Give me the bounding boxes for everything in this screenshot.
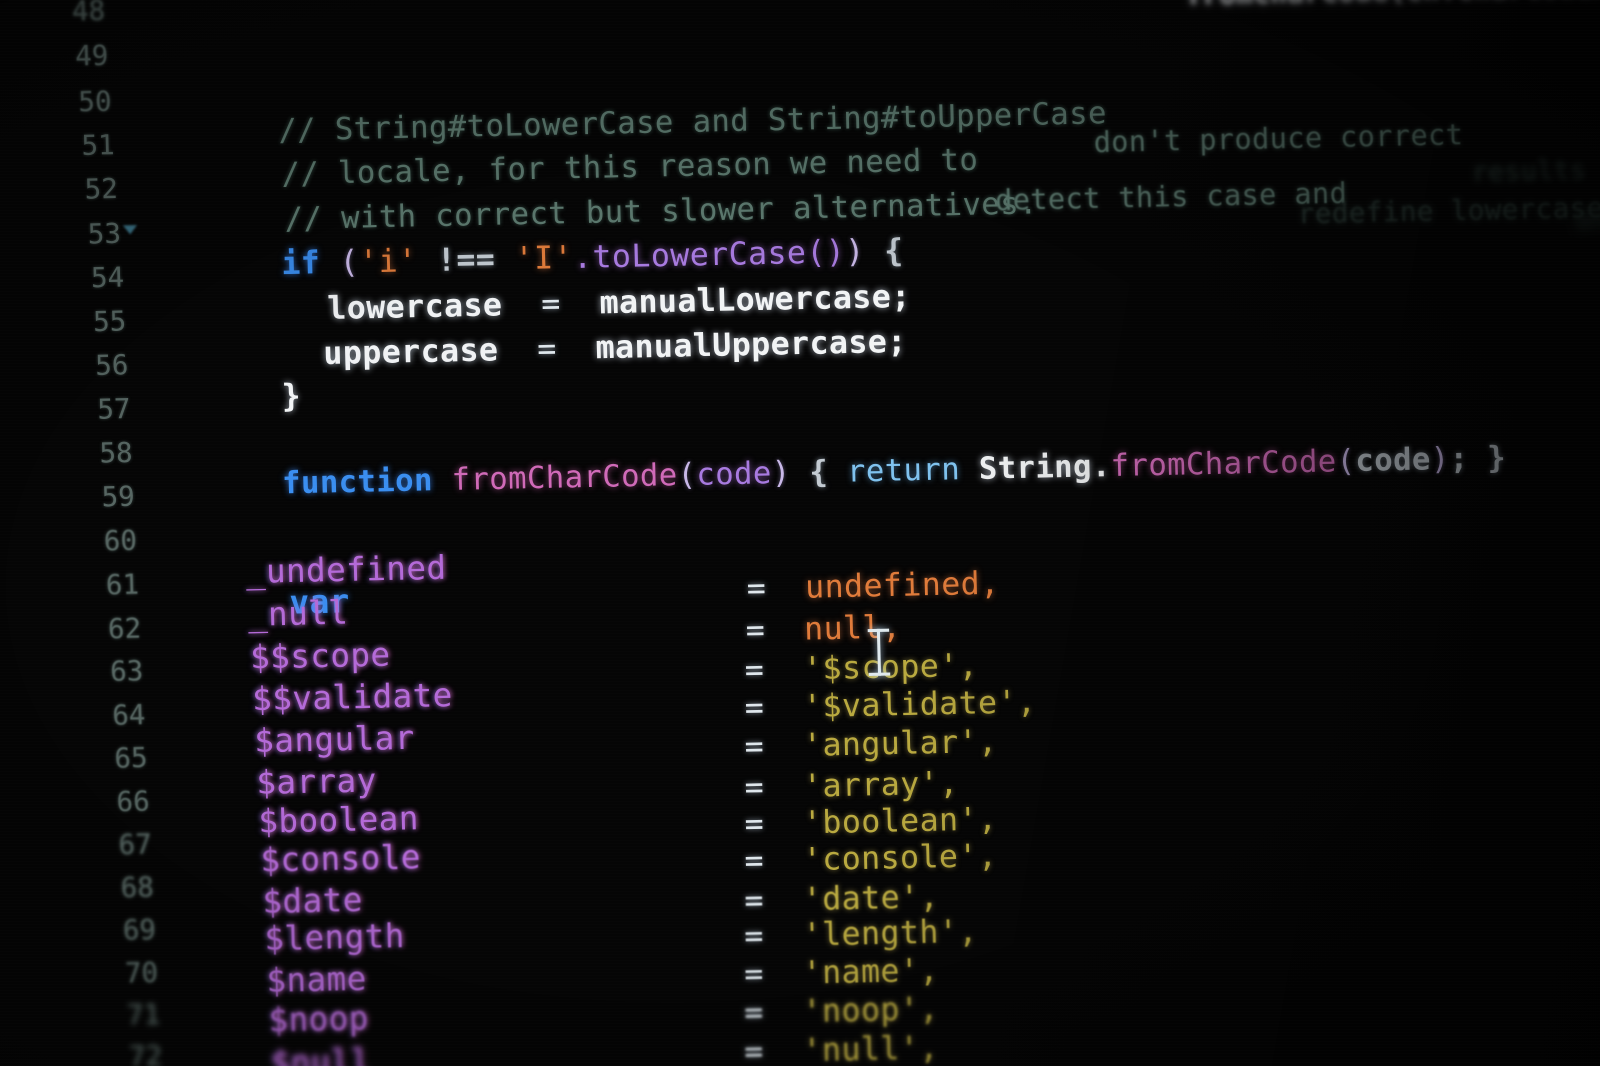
token-class-string: String xyxy=(978,448,1093,487)
declaration-name: $$scope xyxy=(249,635,391,677)
line-number: 54 xyxy=(90,262,125,295)
token-param-code: code xyxy=(695,455,773,493)
line-number: 59 xyxy=(101,481,136,514)
comment-word: and xyxy=(1574,204,1600,236)
token-paren-open: ( xyxy=(1336,443,1356,480)
declaration-name: _null xyxy=(247,593,349,634)
code-line-51-cont-farther: and uppercase xyxy=(1476,170,1600,268)
token-ident-fromcharcode: fromCharCode xyxy=(451,457,679,499)
token-arg-code: code xyxy=(1354,441,1432,480)
line-number: 72 xyxy=(128,1040,163,1066)
line-number: 58 xyxy=(99,437,134,470)
token-paren-close: ) xyxy=(1430,441,1451,478)
line-number: 49 xyxy=(74,40,109,73)
declaration-name: $angular xyxy=(253,718,416,761)
line-number: 64 xyxy=(111,699,146,732)
declaration-assignment-row: = 'null', xyxy=(588,1002,940,1066)
token-operator-assign: = xyxy=(536,330,558,368)
line-number: 48 xyxy=(71,0,106,28)
token-keyword-return: return xyxy=(846,451,961,490)
token-semicolon: ; xyxy=(1449,441,1469,478)
declaration-name: $null xyxy=(270,1041,372,1066)
partial-code-line-top: fromCharCode(ch.charCodeAt(0) & xyxy=(1082,0,1600,44)
token-operator-assign: = xyxy=(743,1033,765,1066)
line-number: 69 xyxy=(122,914,157,947)
comment-word: redefine xyxy=(1297,195,1435,231)
line-number: 53 xyxy=(87,218,122,251)
token-semicolon: ; xyxy=(886,323,908,361)
line-number: 70 xyxy=(124,957,159,990)
comment-word: this xyxy=(1117,179,1190,215)
declaration-name: $name xyxy=(265,958,368,1000)
token-ident-manualuppercase: manualUppercase xyxy=(595,323,888,367)
declaration-name: $date xyxy=(261,880,364,922)
token-brace-close: } xyxy=(281,377,302,415)
code-line-55: uppercase = manualUppercase; xyxy=(206,296,908,402)
token-paren-open: ( xyxy=(677,457,697,494)
declaration-value: 'null', xyxy=(802,1029,940,1066)
code-editor-screenshot: 48 49 50 51 52 53 54 55 56 57 58 59 60 6… xyxy=(0,0,1600,1066)
code-fold-arrow-icon[interactable] xyxy=(122,225,138,235)
declaration-name: $noop xyxy=(267,998,370,1040)
code-line-56: } xyxy=(164,350,302,445)
line-number: 71 xyxy=(126,998,161,1032)
token-keyword-function: function xyxy=(281,462,434,502)
declaration-name: $console xyxy=(259,837,422,880)
line-number: 60 xyxy=(103,525,138,558)
code-line-58: function fromCharCode(code) { return Str… xyxy=(281,440,1507,502)
line-number: 67 xyxy=(118,828,153,862)
declaration-name: $array xyxy=(255,760,378,803)
code-surface: 48 49 50 51 52 53 54 55 56 57 58 59 60 6… xyxy=(0,0,1600,1066)
token-brace-close: } xyxy=(1486,440,1507,477)
declaration-name: $$validate xyxy=(251,675,454,719)
line-number: 52 xyxy=(84,173,119,206)
token-ident-uppercase: uppercase xyxy=(322,331,499,373)
line-number: 55 xyxy=(92,305,127,339)
line-number: 61 xyxy=(105,568,140,602)
token-paren-close: ) xyxy=(771,455,792,492)
token-method-fromcharcode: fromCharCode xyxy=(1110,443,1338,485)
line-number: 62 xyxy=(107,612,142,645)
declaration-name: _undefined xyxy=(245,548,447,592)
line-number: 56 xyxy=(94,349,129,383)
line-number: 65 xyxy=(113,742,148,775)
line-number: 66 xyxy=(116,785,151,819)
line-number: 68 xyxy=(120,871,155,904)
line-number: 63 xyxy=(109,655,144,688)
line-number: 50 xyxy=(77,85,112,119)
line-number: 57 xyxy=(96,393,131,426)
declaration-name: $length xyxy=(263,916,406,958)
token-brace-open: { xyxy=(808,454,829,491)
declaration-name: $boolean xyxy=(257,798,420,841)
line-number: 51 xyxy=(81,129,116,162)
token-fromcharcode: fromCharCode(ch.charCodeAt(0) & xyxy=(1185,0,1600,11)
